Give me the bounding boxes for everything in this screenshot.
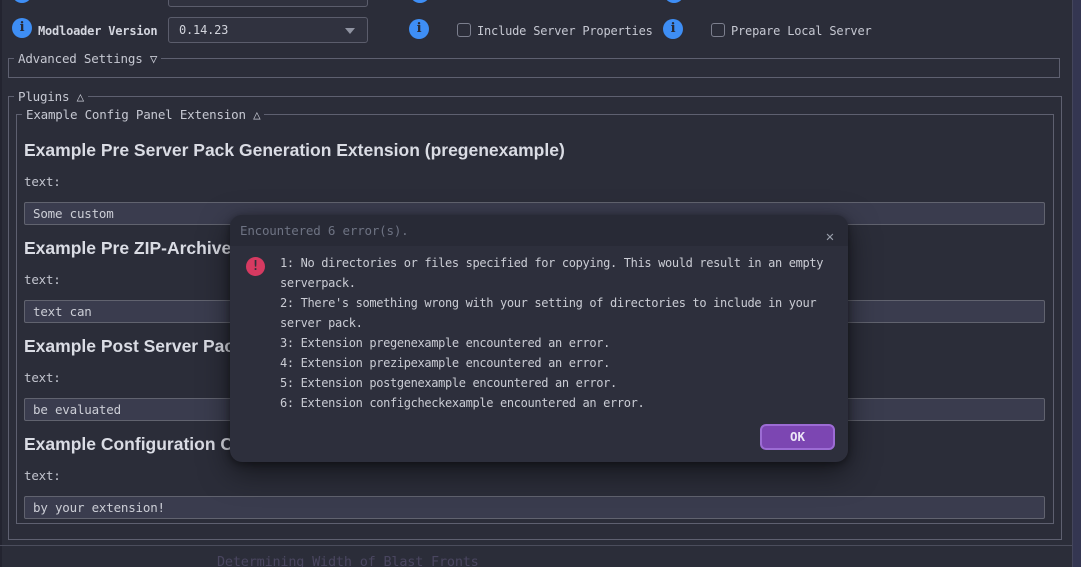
server-properties-info-icon[interactable]: i [409, 19, 429, 39]
status-bar-text: Determining Width of Blast Fronts [217, 554, 479, 567]
text-input-value: by your extension! [33, 500, 165, 515]
error-dialog-titlebar[interactable]: Encountered 6 error(s). ✕ [230, 215, 848, 246]
error-icon: ! [246, 257, 265, 276]
pregenexample-section: Example Pre Server Pack Generation Exten… [24, 140, 1045, 225]
configcheckexample-text-input[interactable]: by your extension! [24, 496, 1045, 519]
window-left-edge [0, 0, 2, 567]
modloader-version-select[interactable]: 0.14.23 [168, 17, 368, 43]
status-bar-divider [0, 545, 1081, 546]
info-icon-partial[interactable] [410, 0, 430, 3]
vertical-scrollbar[interactable] [1072, 0, 1081, 567]
text-input-value: be evaluated [33, 402, 121, 417]
error-message: 6: Extension configcheckexample encounte… [280, 393, 840, 413]
advanced-settings-toggle[interactable]: Advanced Settings ▽ [14, 51, 161, 66]
include-server-properties-checkbox[interactable] [457, 23, 471, 37]
ok-button[interactable]: OK [760, 424, 835, 450]
chevron-down-icon [345, 28, 355, 34]
prepare-local-server-label: Prepare Local Server [731, 24, 872, 38]
error-message: 3: Extension pregenexample encountered a… [280, 333, 840, 353]
text-input-value: Some custom [33, 206, 114, 221]
error-dialog-title: Encountered 6 error(s). [240, 223, 409, 238]
error-message: 5: Extension postgenexample encountered … [280, 373, 840, 393]
modloader-version-label: Modloader Version [38, 24, 157, 38]
info-icon-partial[interactable] [664, 0, 684, 3]
plugins-toggle[interactable]: Plugins △ [14, 89, 88, 104]
modloader-version-info-icon[interactable]: i [12, 18, 32, 38]
local-server-info-icon[interactable]: i [663, 19, 683, 39]
text-input-value: text can [33, 304, 92, 319]
info-icon-partial[interactable] [12, 0, 32, 3]
error-message: 1: No directories or files specified for… [280, 253, 840, 293]
advanced-settings-panel: Advanced Settings ▽ [8, 58, 1060, 78]
text-field-label: text: [24, 468, 1045, 483]
error-message-list: 1: No directories or files specified for… [280, 253, 840, 413]
error-dialog: Encountered 6 error(s). ✕ ! 1: No direct… [230, 215, 848, 462]
close-icon[interactable]: ✕ [826, 222, 834, 253]
include-server-properties-label: Include Server Properties [477, 24, 653, 38]
config-panel-extension-toggle[interactable]: Example Config Panel Extension △ [22, 107, 264, 122]
modloader-combobox-partial[interactable] [168, 0, 368, 7]
text-field-label: text: [24, 174, 1045, 189]
error-message: 4: Extension prezipexample encountered a… [280, 353, 840, 373]
error-message: 2: There's something wrong with your set… [280, 293, 840, 333]
pregenexample-heading: Example Pre Server Pack Generation Exten… [24, 140, 1045, 161]
modloader-version-value: 0.14.23 [179, 23, 228, 37]
prepare-local-server-checkbox[interactable] [711, 23, 725, 37]
